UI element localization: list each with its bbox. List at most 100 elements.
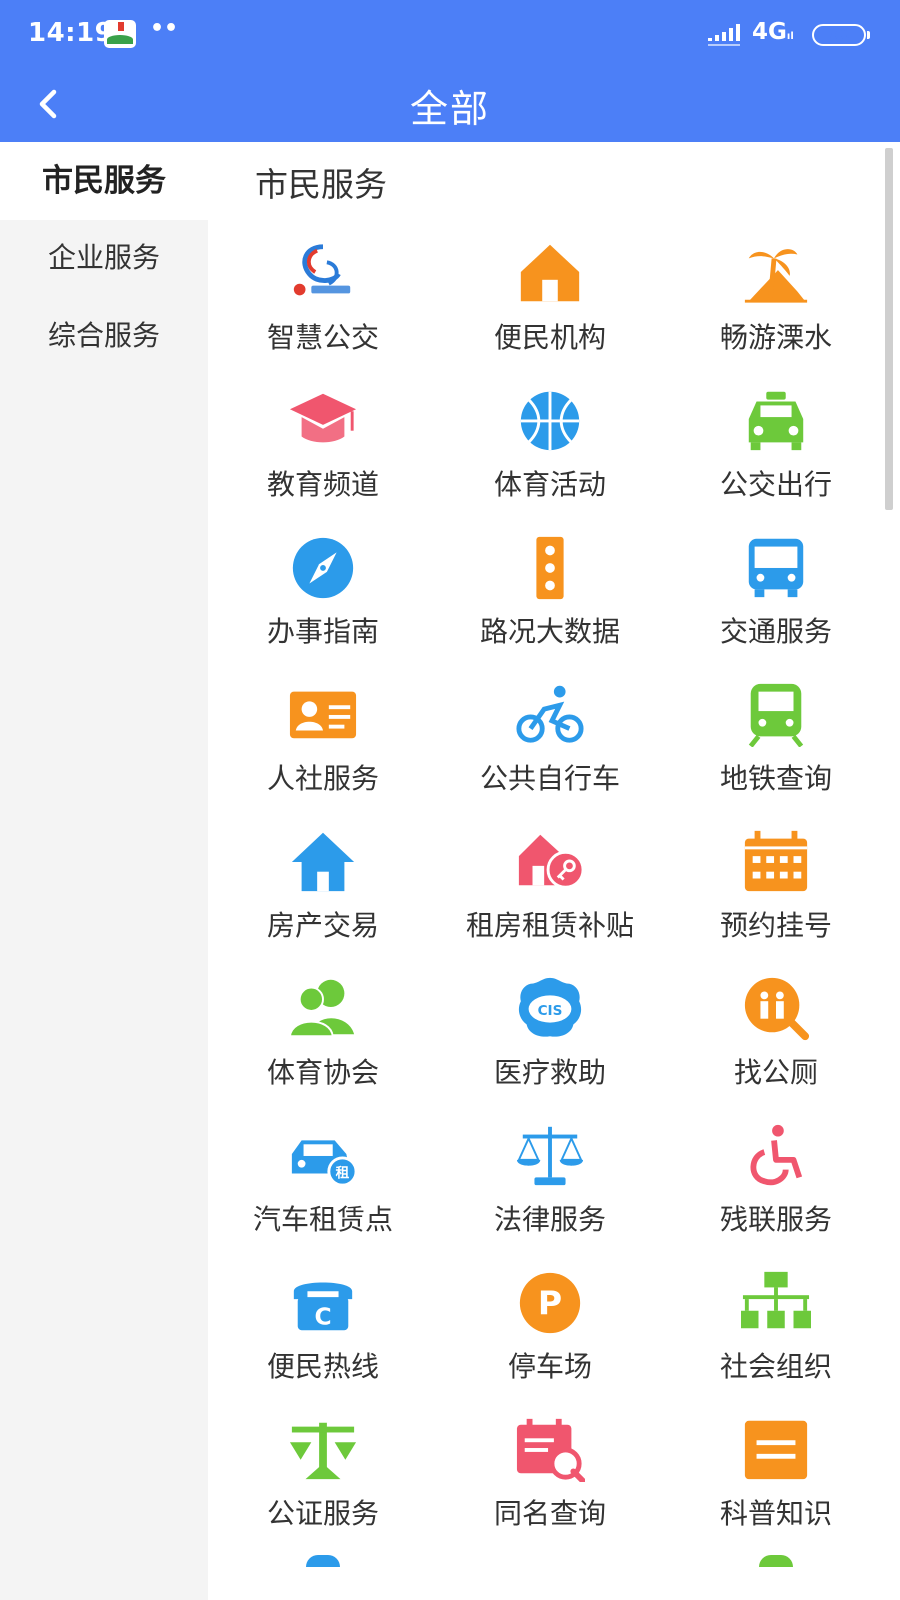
- taxi-icon: [748, 391, 804, 451]
- service-tile[interactable]: 公交出行: [661, 377, 891, 527]
- top-navigation-bar: 全部: [0, 68, 900, 142]
- menu-box-icon: [744, 1420, 808, 1480]
- bus-icon: [748, 538, 804, 598]
- service-tile-label: 社会组织: [719, 1350, 832, 1383]
- notary-scales-icon: [289, 1422, 357, 1480]
- svg-text:P: P: [538, 1284, 562, 1323]
- service-tile[interactable]: 交通服务: [661, 524, 891, 674]
- service-tile[interactable]: 智慧公交: [208, 230, 438, 380]
- signal-icon: [708, 24, 740, 46]
- service-tile[interactable]: 租汽车租赁点: [208, 1112, 438, 1262]
- house-icon: [520, 244, 580, 302]
- medical-badge-icon: CIS: [518, 977, 582, 1037]
- service-tile-label: 便民机构: [493, 321, 606, 354]
- service-tile-label: 预约挂号: [719, 909, 832, 942]
- graduation-cap-icon: [289, 393, 357, 443]
- service-tile-label: 法律服务: [493, 1203, 606, 1236]
- service-tile-label: 地铁查询: [719, 762, 832, 795]
- service-tile[interactable]: 法律服务: [435, 1112, 665, 1262]
- car-rental-icon: 租: [291, 1140, 358, 1187]
- sidebar-item-general-services[interactable]: 综合服务: [0, 297, 208, 375]
- smart-bus-logo-icon: [293, 244, 351, 296]
- service-tile[interactable]: 教育频道: [208, 377, 438, 527]
- scales-icon: [516, 1126, 584, 1186]
- service-tile-label: 公证服务: [266, 1497, 379, 1530]
- partial-service-icon[interactable]: [306, 1555, 340, 1567]
- id-card-icon: [289, 691, 357, 739]
- service-tile-label: 办事指南: [266, 615, 379, 648]
- service-tile-label: 医疗救助: [493, 1056, 606, 1089]
- status-time: 14:19: [28, 18, 114, 48]
- service-tile-label: 公共自行车: [479, 762, 620, 795]
- service-tile-label: 路况大数据: [479, 615, 620, 648]
- service-tile-label: 交通服务: [719, 615, 832, 648]
- service-tile-label: 残联服务: [719, 1203, 832, 1236]
- service-tile-label: 人社服务: [266, 762, 379, 795]
- basketball-icon: [520, 391, 580, 451]
- service-tile-label: 公交出行: [719, 468, 832, 501]
- service-tile-label: 畅游溧水: [719, 321, 832, 354]
- svg-text:租: 租: [336, 1164, 350, 1181]
- svg-text:CIS: CIS: [538, 1003, 563, 1019]
- service-tile[interactable]: 同名查询: [435, 1406, 665, 1556]
- service-tile[interactable]: 租房租赁补贴: [435, 818, 665, 968]
- traffic-light-icon: [536, 536, 564, 600]
- service-tile-label: 租房租赁补贴: [465, 909, 634, 942]
- service-tile-label: 教育频道: [266, 468, 379, 501]
- service-tile[interactable]: 人社服务: [208, 671, 438, 821]
- service-tile[interactable]: 社会组织: [661, 1259, 891, 1409]
- service-tile[interactable]: 预约挂号: [661, 818, 891, 968]
- service-tile[interactable]: 畅游溧水: [661, 230, 891, 380]
- service-tile-label: 汽车租赁点: [252, 1203, 393, 1236]
- parking-icon: P: [519, 1272, 581, 1334]
- notification-dots: ••: [150, 16, 179, 41]
- wheelchair-icon: [750, 1124, 803, 1186]
- service-tile[interactable]: C 便民热线: [208, 1259, 438, 1409]
- service-tile[interactable]: P 停车场: [435, 1259, 665, 1409]
- service-tile-label: 便民热线: [266, 1350, 379, 1383]
- service-tile[interactable]: 体育活动: [435, 377, 665, 527]
- home-icon: [291, 832, 355, 892]
- notification-app-icon: [104, 20, 136, 48]
- service-tile-label: 体育活动: [493, 468, 606, 501]
- house-key-icon: [518, 834, 585, 889]
- calendar-icon: [744, 830, 808, 892]
- battery-icon: 50: [812, 24, 870, 46]
- service-tile-label: 同名查询: [493, 1497, 606, 1530]
- service-tile[interactable]: 地铁查询: [661, 671, 891, 821]
- service-tile-label: 智慧公交: [266, 321, 379, 354]
- service-tile[interactable]: 找公厕: [661, 965, 891, 1115]
- service-tile[interactable]: 科普知识: [661, 1406, 891, 1556]
- sidebar-item-enterprise-services[interactable]: 企业服务: [0, 219, 208, 297]
- service-tile-label: 科普知识: [719, 1497, 832, 1530]
- sidebar-item-citizen-services[interactable]: 市民服务: [0, 142, 208, 220]
- partial-service-icon[interactable]: [759, 1555, 793, 1567]
- battery-level: 50: [829, 25, 851, 43]
- calendar-search-icon: [516, 1418, 585, 1482]
- telephone-icon: C: [293, 1282, 353, 1330]
- service-tile[interactable]: 公共自行车: [435, 671, 665, 821]
- service-tile[interactable]: 公证服务: [208, 1406, 438, 1556]
- section-title: 市民服务: [255, 165, 387, 204]
- status-bar: 14:19 •• 4Gıl 50: [0, 0, 900, 68]
- service-tile[interactable]: 残联服务: [661, 1112, 891, 1262]
- category-sidebar: 市民服务 企业服务 综合服务: [0, 142, 208, 1600]
- service-tile-label: 体育协会: [266, 1056, 379, 1089]
- service-tile[interactable]: 办事指南: [208, 524, 438, 674]
- network-indicator: 4Gıl: [752, 19, 794, 45]
- palm-tree-icon: [744, 249, 808, 303]
- page-title: 全部: [409, 87, 490, 131]
- compass-icon: [292, 537, 354, 599]
- service-tile[interactable]: CIS 医疗救助: [435, 965, 665, 1115]
- service-tile[interactable]: 路况大数据: [435, 524, 665, 674]
- service-tile-label: 停车场: [507, 1350, 592, 1383]
- cyclist-icon: [516, 685, 584, 743]
- metro-train-icon: [748, 683, 804, 747]
- org-chart-icon: [741, 1271, 811, 1329]
- service-tile-label: 找公厕: [733, 1056, 818, 1089]
- service-tile[interactable]: 便民机构: [435, 230, 665, 380]
- people-group-icon: [288, 979, 355, 1038]
- service-tile[interactable]: 房产交易: [208, 818, 438, 968]
- svg-text:C: C: [314, 1302, 331, 1330]
- service-tile[interactable]: 体育协会: [208, 965, 438, 1115]
